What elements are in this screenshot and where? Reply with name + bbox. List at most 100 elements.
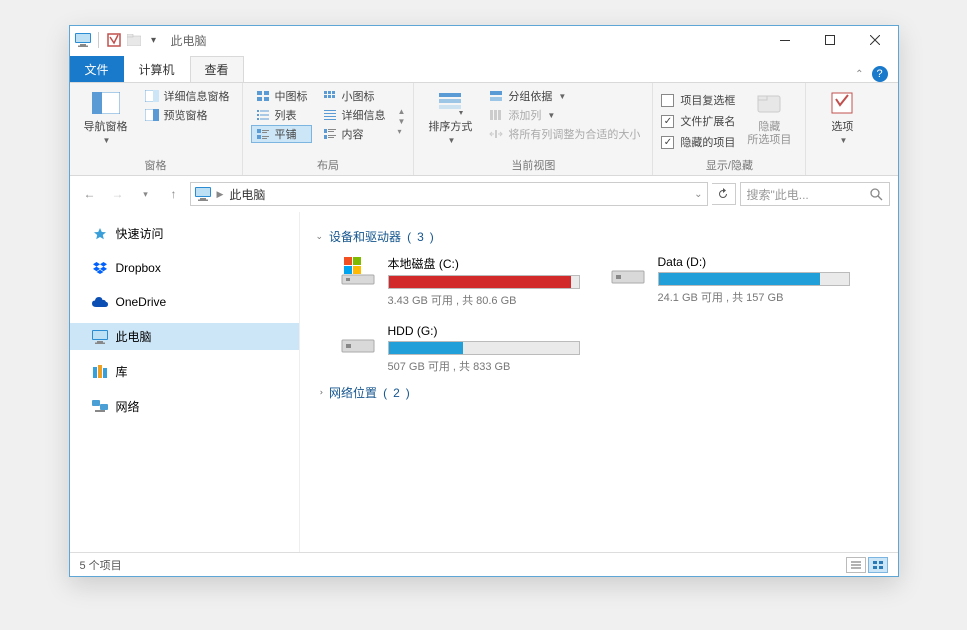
drive-icon	[338, 324, 378, 358]
group-show-hide: 项目复选框 ✓文件扩展名 ✓隐藏的项目 隐藏所选项目 显示/隐藏	[653, 83, 806, 175]
nav-pane-label: 导航窗格	[84, 121, 128, 134]
drives-list: 本地磁盘 (C:)3.43 GB 可用 , 共 80.6 GB Data (D:)…	[316, 251, 882, 378]
nav-pane-button[interactable]: 导航窗格 ▼	[78, 87, 134, 155]
drive-item[interactable]: Data (D:)24.1 GB 可用 , 共 157 GB	[604, 251, 854, 312]
search-placeholder: 搜索"此电...	[747, 186, 866, 203]
onedrive-icon	[92, 294, 108, 310]
content-pane: ⌄ 设备和驱动器 (3) 本地磁盘 (C:)3.43 GB 可用 , 共 80.…	[300, 212, 898, 552]
up-button[interactable]: ↑	[162, 182, 186, 206]
collapse-ribbon-icon[interactable]: ⌃	[855, 69, 863, 80]
checkbox-checked-icon: ✓	[661, 115, 674, 128]
add-columns-button: 添加列▼	[484, 106, 644, 124]
file-extensions-toggle[interactable]: ✓文件扩展名	[661, 111, 735, 131]
sort-button[interactable]: 排序方式 ▼	[422, 87, 478, 155]
small-icons-icon	[322, 88, 338, 104]
sidebar-item-dropbox[interactable]: Dropbox	[70, 255, 299, 281]
ribbon: 导航窗格 ▼ 详细信息窗格 预览窗格 窗格 中图标 列表 平铺 小图标	[70, 82, 898, 176]
new-folder-icon[interactable]	[125, 31, 143, 49]
dropdown-icon: ▼	[547, 111, 555, 120]
refresh-button[interactable]	[712, 183, 736, 205]
sort-icon	[434, 87, 466, 119]
add-columns-icon	[488, 107, 504, 123]
explorer-window: ▾ 此电脑 文件 计算机 查看 ⌃ ? 导航窗格 ▼	[69, 25, 899, 577]
options-icon	[826, 87, 858, 119]
tiles-view-button[interactable]	[868, 557, 888, 573]
collapse-icon: ⌄	[314, 389, 325, 397]
nav-pane-icon	[90, 87, 122, 119]
item-count: 5 个项目	[80, 557, 122, 573]
close-button[interactable]	[853, 26, 898, 54]
dropdown-icon: ▼	[103, 136, 111, 145]
usage-bar	[658, 272, 850, 286]
address-bar[interactable]: ▶ 此电脑 ⌄	[190, 182, 708, 206]
back-button[interactable]: ←	[78, 182, 102, 206]
minimize-button[interactable]	[763, 26, 808, 54]
maximize-button[interactable]	[808, 26, 853, 54]
sidebar-item-libraries[interactable]: 库	[70, 358, 299, 385]
tab-computer[interactable]: 计算机	[124, 56, 190, 82]
dropdown-icon: ▼	[447, 136, 455, 145]
network-icon	[92, 399, 108, 415]
tab-view[interactable]: 查看	[190, 56, 244, 82]
sort-label: 排序方式	[428, 121, 472, 134]
drive-item[interactable]: HDD (G:)507 GB 可用 , 共 833 GB	[334, 320, 584, 378]
separator	[98, 32, 99, 48]
group-current-label: 当前视图	[422, 155, 644, 173]
section-drives-header[interactable]: ⌄ 设备和驱动器 (3)	[316, 222, 882, 251]
sidebar-item-this-pc[interactable]: 此电脑	[70, 323, 299, 350]
layout-list[interactable]: 列表	[251, 106, 312, 124]
group-layout: 中图标 列表 平铺 小图标 详细信息 内容 ▲ ▼ ▾ 布局	[243, 83, 415, 175]
search-box[interactable]: 搜索"此电...	[740, 182, 890, 206]
medium-icons-icon	[255, 88, 271, 104]
sidebar-item-quick-access[interactable]: 快速访问	[70, 220, 299, 247]
tab-file[interactable]: 文件	[70, 56, 124, 82]
options-label: 选项	[831, 121, 853, 134]
autosize-columns-button: 将所有列调整为合适的大小	[484, 125, 644, 143]
layout-details[interactable]: 详细信息	[318, 106, 390, 124]
properties-icon[interactable]	[105, 31, 123, 49]
help-icon[interactable]: ?	[872, 66, 888, 82]
sidebar-item-network[interactable]: 网络	[70, 393, 299, 420]
content-icon	[322, 126, 338, 142]
layout-scroll-down-icon[interactable]: ▼	[398, 117, 406, 126]
hide-selected-button: 隐藏所选项目	[741, 87, 797, 155]
window-title: 此电脑	[171, 32, 207, 49]
layout-content[interactable]: 内容	[318, 125, 390, 143]
drive-icon	[608, 255, 648, 289]
section-network-header[interactable]: ⌄ 网络位置 (2)	[316, 378, 882, 407]
layout-small[interactable]: 小图标	[318, 87, 390, 105]
recent-locations-button[interactable]: ▾	[134, 182, 158, 206]
layout-tiles[interactable]: 平铺	[251, 125, 312, 143]
window-controls	[763, 26, 898, 54]
layout-medium[interactable]: 中图标	[251, 87, 312, 105]
preview-pane-icon	[144, 107, 160, 123]
pc-icon	[92, 329, 108, 345]
layout-more-icon[interactable]: ▾	[398, 127, 406, 136]
options-button[interactable]: 选项 ▼	[814, 87, 870, 159]
forward-button[interactable]: →	[106, 182, 130, 206]
sidebar-item-onedrive[interactable]: OneDrive	[70, 289, 299, 315]
group-showhide-label: 显示/隐藏	[661, 155, 797, 173]
layout-scroll-up-icon[interactable]: ▲	[398, 107, 406, 116]
drive-icon	[338, 255, 378, 289]
star-icon	[92, 226, 108, 242]
drive-name: HDD (G:)	[388, 324, 580, 338]
breadcrumb-segment[interactable]: 此电脑	[229, 186, 265, 203]
details-icon	[322, 107, 338, 123]
breadcrumb-separator-icon[interactable]: ▶	[217, 189, 224, 200]
hidden-items-toggle[interactable]: ✓隐藏的项目	[661, 132, 735, 152]
qat-dropdown-icon[interactable]: ▾	[145, 31, 163, 49]
item-checkboxes-toggle[interactable]: 项目复选框	[661, 90, 735, 110]
preview-pane-button[interactable]: 预览窗格	[140, 106, 234, 124]
status-bar: 5 个项目	[70, 552, 898, 576]
group-by-button[interactable]: 分组依据▼	[484, 87, 644, 105]
drive-item[interactable]: 本地磁盘 (C:)3.43 GB 可用 , 共 80.6 GB	[334, 251, 584, 312]
usage-bar	[388, 275, 580, 289]
address-dropdown-icon[interactable]: ⌄	[694, 189, 702, 200]
navigation-bar: ← → ▾ ↑ ▶ 此电脑 ⌄ 搜索"此电...	[70, 176, 898, 212]
dropbox-icon	[92, 260, 108, 276]
details-pane-button[interactable]: 详细信息窗格	[140, 87, 234, 105]
drive-stats: 3.43 GB 可用 , 共 80.6 GB	[388, 292, 580, 308]
details-view-button[interactable]	[846, 557, 866, 573]
ribbon-tabs: 文件 计算机 查看 ⌃ ?	[70, 54, 898, 82]
